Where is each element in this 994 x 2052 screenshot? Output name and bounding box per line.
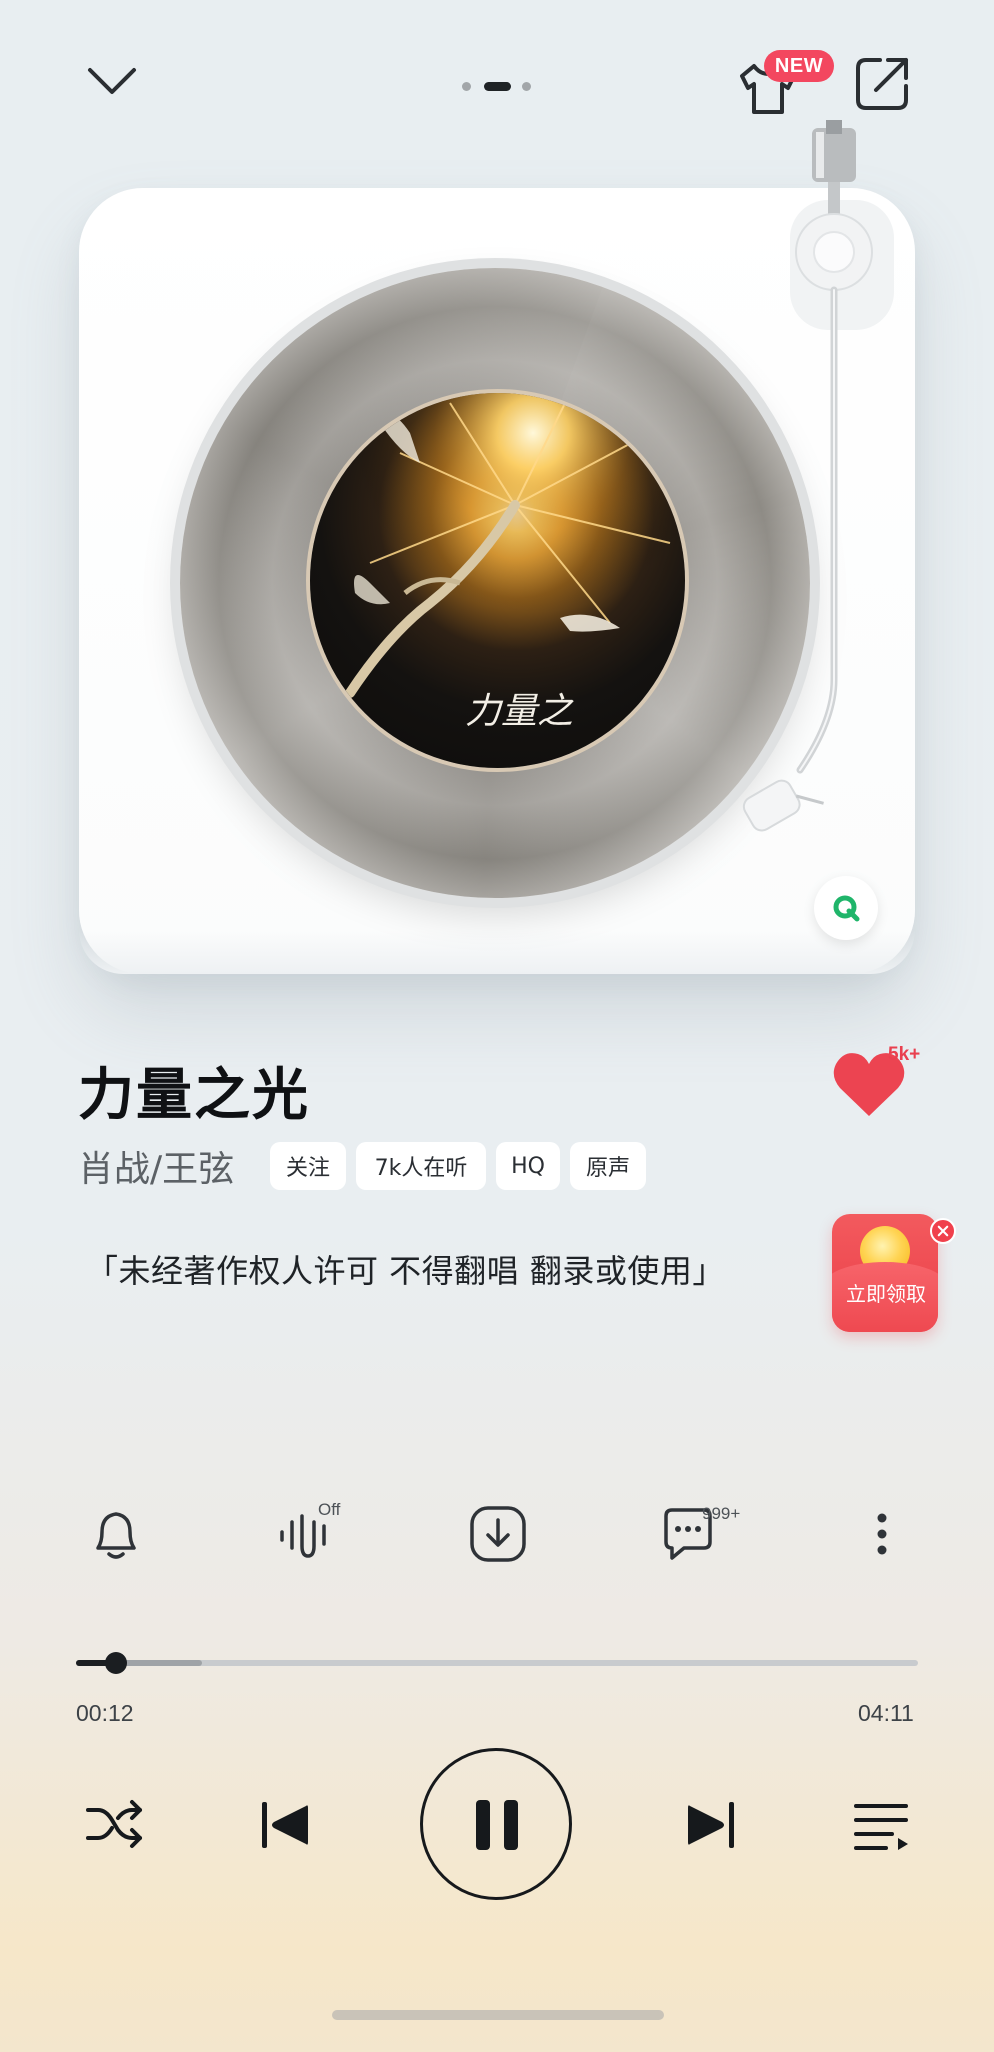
page-dot <box>522 82 531 91</box>
follow-tag[interactable]: 关注 <box>270 1142 346 1190</box>
progress-track[interactable] <box>76 1660 918 1666</box>
song-title: 力量之光 <box>78 1063 310 1128</box>
total-time: 04:11 <box>858 1700 914 1726</box>
close-icon[interactable] <box>930 1218 956 1244</box>
hq-tag[interactable]: HQ <box>496 1142 560 1190</box>
comment-count: 999+ <box>702 1504 741 1523</box>
share-icon[interactable] <box>852 54 912 114</box>
qq-music-logo <box>814 876 878 940</box>
chevron-down-icon[interactable] <box>86 64 138 98</box>
page-dot-active <box>484 82 511 91</box>
lyric-line[interactable]: 「未经著作权人许可 不得翻唱 翻录或使用」 <box>86 1246 725 1292</box>
home-indicator[interactable] <box>332 2010 664 2020</box>
next-icon[interactable] <box>684 1798 738 1852</box>
bell-icon[interactable] <box>84 1502 148 1566</box>
download-icon[interactable] <box>466 1502 530 1566</box>
more-icon[interactable] <box>850 1502 914 1566</box>
red-packet-promo[interactable] <box>832 1214 938 1332</box>
album-cover-text: 力量之 <box>465 691 574 732</box>
like-count: 5k+ <box>888 1044 921 1065</box>
new-badge: NEW <box>764 50 834 82</box>
previous-icon[interactable] <box>258 1798 312 1852</box>
playlist-icon[interactable] <box>852 1798 910 1852</box>
current-time: 00:12 <box>76 1700 134 1726</box>
turntable-card-base <box>79 930 915 974</box>
original-tag: 原声 <box>570 1142 646 1190</box>
listeners-tag: 7k人在听 <box>356 1142 486 1190</box>
effect-state: Off <box>318 1500 341 1519</box>
album-cover: 力量之 <box>310 393 685 768</box>
progress-thumb[interactable] <box>105 1652 127 1674</box>
page-indicator <box>462 79 534 91</box>
tonearm <box>742 120 873 832</box>
artist-name[interactable]: 肖战/王弦 <box>78 1140 234 1192</box>
shuffle-icon[interactable] <box>84 1796 144 1852</box>
red-packet-label: 立即领取 <box>846 1282 926 1306</box>
page-dot <box>462 82 471 91</box>
pause-icon <box>476 1800 518 1850</box>
